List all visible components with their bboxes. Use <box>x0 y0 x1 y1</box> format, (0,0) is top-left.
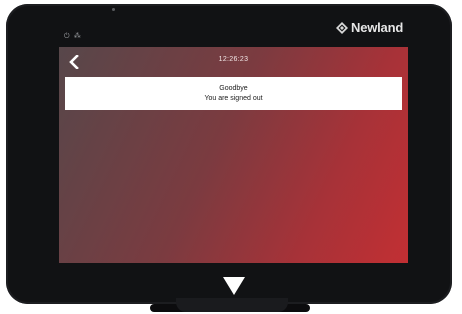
display-screen: 12:26:23 Goodbye You are signed out <box>59 47 408 263</box>
signout-message-panel: Goodbye You are signed out <box>65 77 402 110</box>
triangle-down-icon <box>223 277 245 295</box>
brand-logo: Newland <box>336 20 403 35</box>
brand-name: Newland <box>351 20 404 35</box>
clock-time: 12:26:23 <box>218 56 249 63</box>
terminal-stand <box>176 298 288 312</box>
home-button[interactable] <box>222 276 246 296</box>
message-body: You are signed out <box>204 94 263 102</box>
bezel-status-icons: ⏻ ⁂ <box>64 32 82 40</box>
message-title: Goodbye <box>219 84 248 92</box>
screen-header: 12:26:23 <box>59 47 408 77</box>
newland-logo-icon <box>336 21 348 34</box>
camera-sensor <box>112 8 115 11</box>
